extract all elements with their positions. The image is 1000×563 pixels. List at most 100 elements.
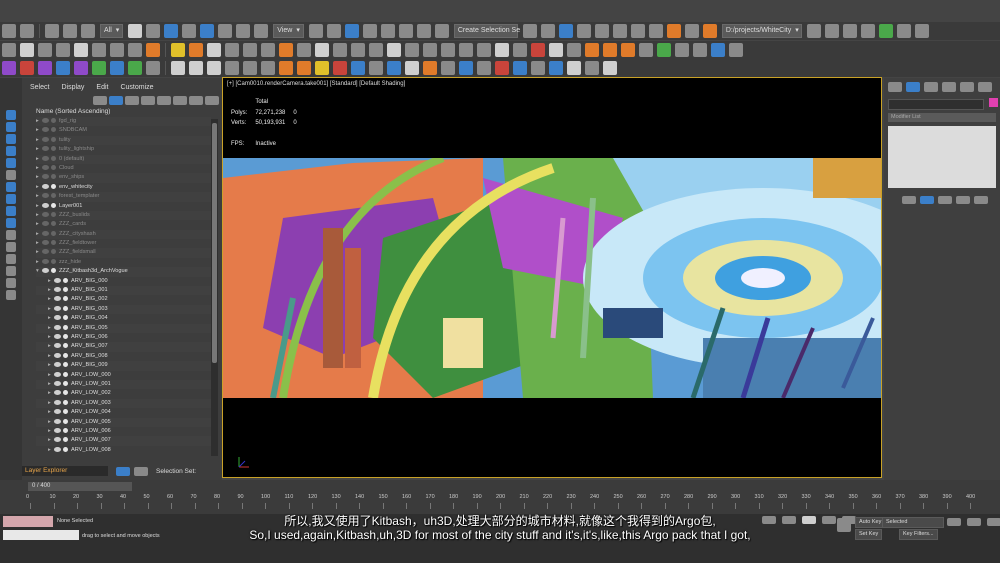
open-project-icon[interactable] [806, 24, 821, 38]
orbit-icon[interactable] [513, 61, 527, 75]
layer-tree-row[interactable]: ▸ Cloud [36, 164, 211, 173]
chevron-down-icon[interactable]: ▾ [36, 267, 42, 276]
edit-poly-icon[interactable] [128, 43, 142, 57]
display-hidden-icon[interactable] [6, 254, 16, 264]
menu-display[interactable]: Display [61, 84, 84, 91]
smoke-icon[interactable] [297, 61, 311, 75]
morph-icon[interactable] [74, 61, 88, 75]
flame-icon[interactable] [279, 61, 293, 75]
visibility-eye-icon[interactable] [54, 380, 61, 386]
chevron-right-icon[interactable]: ▸ [48, 352, 54, 361]
chevron-right-icon[interactable]: ▸ [48, 277, 54, 286]
anim-layer-icon[interactable] [243, 61, 257, 75]
chevron-right-icon[interactable]: ▸ [48, 399, 54, 408]
visibility-eye-icon[interactable] [54, 418, 61, 424]
layer-tree-row[interactable]: ▸ ARV_LOW_005 [36, 417, 211, 427]
dope-sheet-icon[interactable] [261, 61, 275, 75]
cylinder-icon[interactable] [261, 43, 275, 57]
wind-icon[interactable] [369, 61, 383, 75]
visibility-eye-icon[interactable] [42, 155, 49, 161]
freeze-toggle-icon[interactable] [51, 155, 56, 161]
curve-editor-icon[interactable] [612, 24, 627, 38]
dome-icon[interactable] [495, 43, 509, 57]
globe-icon[interactable] [459, 61, 473, 75]
chevron-right-icon[interactable]: ▸ [48, 361, 54, 370]
visibility-eye-icon[interactable] [54, 427, 61, 433]
time-slider[interactable]: 0 / 400 [28, 482, 132, 491]
visibility-eye-icon[interactable] [42, 221, 49, 227]
freeze-toggle-icon[interactable] [51, 136, 56, 142]
mirror-icon[interactable] [522, 24, 537, 38]
layers-icon[interactable] [157, 95, 171, 105]
chevron-right-icon[interactable]: ▸ [48, 342, 54, 351]
freeze-toggle-icon[interactable] [51, 249, 56, 255]
prism-icon[interactable] [369, 43, 383, 57]
keyframe-icon[interactable] [225, 61, 239, 75]
chevron-right-icon[interactable]: ▸ [48, 436, 54, 445]
chevron-right-icon[interactable]: ▸ [48, 408, 54, 417]
layer-tree-row[interactable]: ▸ ARV_BIG_001 [36, 286, 211, 296]
render-icon[interactable] [702, 24, 717, 38]
freeze-toggle-icon[interactable] [63, 287, 68, 293]
undo-icon[interactable] [2, 24, 16, 38]
layer-tree-row[interactable]: ▸ ARV_LOW_001 [36, 379, 211, 390]
align-view-icon[interactable] [639, 43, 653, 57]
visibility-eye-icon[interactable] [54, 296, 61, 302]
layer-tree-row[interactable]: ▸ ARV_BIG_007 [36, 342, 211, 352]
scatter-icon[interactable] [423, 43, 437, 57]
freeze-toggle-icon[interactable] [63, 446, 68, 452]
cone-icon[interactable] [333, 43, 347, 57]
freeze-toggle-icon[interactable] [51, 127, 56, 133]
place-icon[interactable] [254, 24, 269, 38]
chevron-right-icon[interactable]: ▸ [48, 371, 54, 380]
light-icon[interactable] [171, 43, 185, 57]
chevron-right-icon[interactable]: ▸ [36, 239, 42, 248]
layer-explorer-icon[interactable] [576, 24, 591, 38]
explorer-scrollbar[interactable] [211, 119, 218, 456]
hierarchy-tab-icon[interactable] [924, 82, 938, 92]
spinner-snap-icon[interactable] [416, 24, 431, 38]
visibility-eye-icon[interactable] [42, 164, 49, 170]
link-icon[interactable] [45, 24, 59, 38]
teapot-icon[interactable] [2, 43, 16, 57]
layer-tree-row[interactable]: ▸ ARV_BIG_000 [36, 277, 211, 286]
particle-icon[interactable] [297, 43, 311, 57]
chevron-right-icon[interactable]: ▸ [48, 314, 54, 323]
filter-toggle-icon[interactable] [109, 95, 123, 105]
chevron-right-icon[interactable]: ▸ [36, 117, 42, 126]
configure-sets-icon[interactable] [974, 196, 988, 204]
pivot-icon[interactable] [308, 24, 323, 38]
plane-icon[interactable] [243, 43, 257, 57]
layer-tree-row[interactable]: ▸ ARV_LOW_006 [36, 427, 211, 436]
visibility-eye-icon[interactable] [54, 399, 61, 405]
freeze-toggle-icon[interactable] [51, 202, 56, 208]
proxy-icon[interactable] [477, 43, 491, 57]
display-shapes-icon[interactable] [6, 134, 16, 144]
layer-tree-row[interactable]: ▸ tulity_lightship [36, 145, 211, 154]
render-frame-icon[interactable] [684, 24, 699, 38]
layer-tree-row[interactable]: ▸ 0 (default) [36, 154, 211, 164]
visibility-eye-icon[interactable] [54, 352, 61, 358]
freeze-toggle-icon[interactable] [63, 437, 68, 443]
freeze-toggle-icon[interactable] [51, 268, 56, 274]
chevron-right-icon[interactable]: ▸ [36, 230, 42, 239]
layer-tree-row[interactable]: ▸ forest_templater [36, 192, 211, 202]
layer-tree-row[interactable]: ▸ ARV_LOW_003 [36, 398, 211, 409]
texture-icon[interactable] [603, 43, 617, 57]
freeze-toggle-icon[interactable] [63, 305, 68, 311]
object-name-field[interactable] [888, 99, 984, 110]
save-icon[interactable] [842, 24, 857, 38]
object-color-swatch[interactable] [989, 98, 998, 107]
array-icon[interactable] [405, 43, 419, 57]
freeze-toggle-icon[interactable] [63, 362, 68, 368]
visibility-eye-icon[interactable] [42, 174, 49, 180]
freeze-toggle-icon[interactable] [63, 399, 68, 405]
sort-icon[interactable] [205, 95, 219, 105]
display-all-icon[interactable] [6, 266, 16, 276]
skin-icon[interactable] [146, 61, 160, 75]
display-lights-icon[interactable] [6, 146, 16, 156]
layer-tree-row[interactable]: ▸ ARV_BIG_002 [36, 295, 211, 304]
freeze-toggle-icon[interactable] [63, 409, 68, 415]
select-manipulate-icon[interactable] [326, 24, 341, 38]
gear-icon[interactable] [441, 61, 455, 75]
